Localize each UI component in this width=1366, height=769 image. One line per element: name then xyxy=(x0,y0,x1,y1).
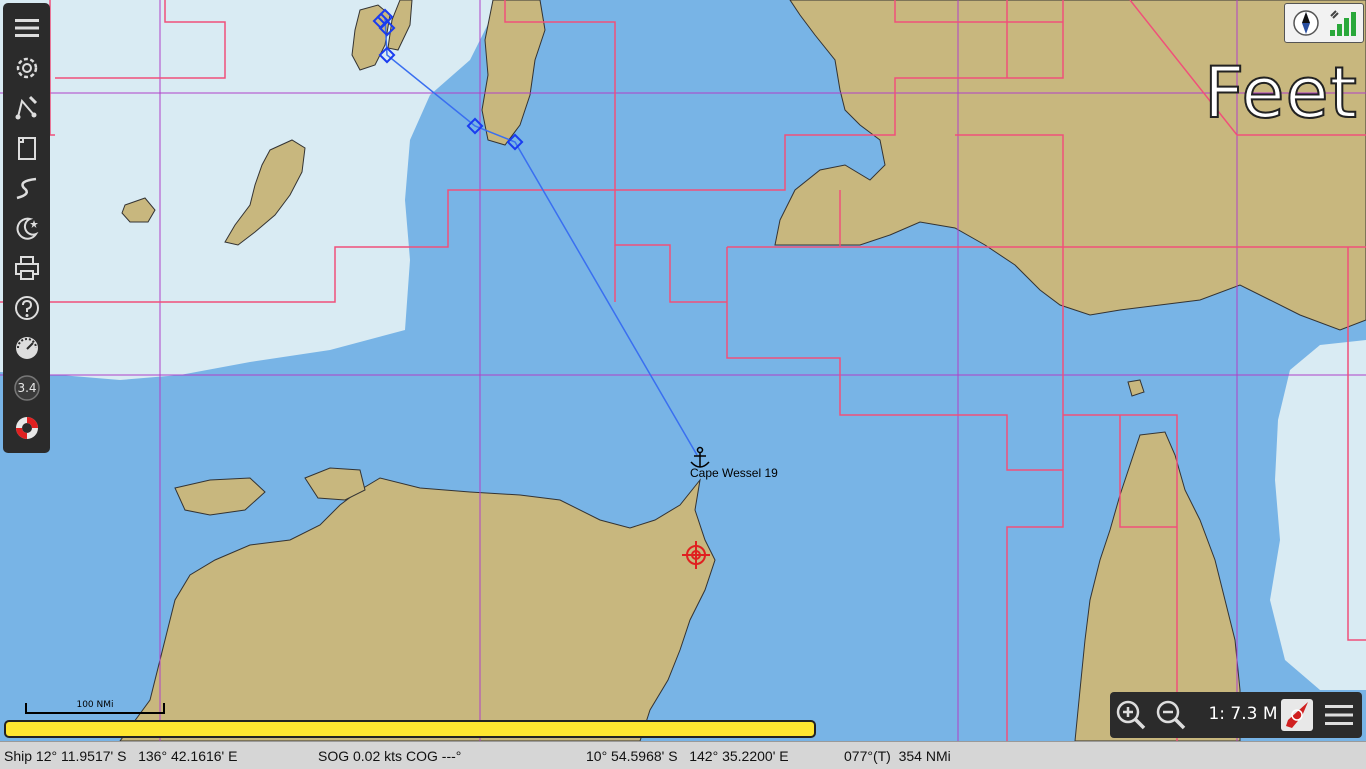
night-mode-icon xyxy=(16,217,39,240)
track-button[interactable] xyxy=(7,170,47,206)
settings-button[interactable] xyxy=(7,50,47,86)
night-mode-button[interactable] xyxy=(7,210,47,246)
documents-icon xyxy=(18,137,36,160)
left-toolbar: 3.4 xyxy=(3,3,50,453)
zoom-out-icon[interactable] xyxy=(1154,698,1188,732)
zoom-in-icon[interactable] xyxy=(1114,698,1148,732)
menu-icon xyxy=(15,19,39,37)
help-icon xyxy=(15,296,39,320)
help-button[interactable] xyxy=(7,290,47,326)
mob-lifebuoy-button[interactable] xyxy=(7,410,47,446)
progress-bar xyxy=(4,720,816,738)
chart-scale-readout[interactable]: 1: 7.3 M xyxy=(1200,704,1286,724)
zoom-panel: 1: 7.3 M xyxy=(1110,692,1362,738)
route-tool-icon xyxy=(15,95,38,120)
scale-bar-label: 100 NMi xyxy=(76,700,114,710)
ship-position: Ship 12° 11.9517' S 136° 42.1616' E xyxy=(4,748,238,764)
place-label-cape-wessel[interactable]: Cape Wessel 19 xyxy=(690,466,778,480)
depth-units-label: Feet xyxy=(1203,52,1358,134)
scale-bar: 100 NMi xyxy=(25,697,165,715)
status-bar: Ship 12° 11.9517' S 136° 42.1616' E SOG … xyxy=(0,741,1366,769)
route-tool-button[interactable] xyxy=(7,90,47,126)
track-icon xyxy=(16,177,37,200)
dashboard-button[interactable] xyxy=(7,330,47,366)
version-button[interactable]: 3.4 xyxy=(7,370,47,406)
print-button[interactable] xyxy=(7,250,47,286)
compass-north-icon xyxy=(1293,10,1319,36)
documents-button[interactable] xyxy=(7,130,47,166)
gps-status-panel[interactable] xyxy=(1284,3,1364,43)
print-icon xyxy=(15,256,39,280)
orientation-mode-icon[interactable] xyxy=(1280,698,1314,732)
menu-button[interactable] xyxy=(7,10,47,46)
lifebuoy-icon xyxy=(16,417,38,439)
signal-strength-icon xyxy=(1330,10,1356,36)
nautical-chart[interactable] xyxy=(0,0,1366,741)
speed-over-ground: SOG 0.02 kts xyxy=(318,748,403,764)
version-label: 3.4 xyxy=(17,381,37,395)
bearing-distance: 077°(T) 354 NMi xyxy=(844,748,951,764)
cursor-position: 10° 54.5968' S 142° 35.2200' E xyxy=(586,748,789,764)
gear-icon xyxy=(16,57,38,79)
dashboard-icon xyxy=(16,337,38,359)
course-over-ground: COG ---° xyxy=(406,748,462,764)
map-menu-icon[interactable] xyxy=(1322,698,1356,732)
